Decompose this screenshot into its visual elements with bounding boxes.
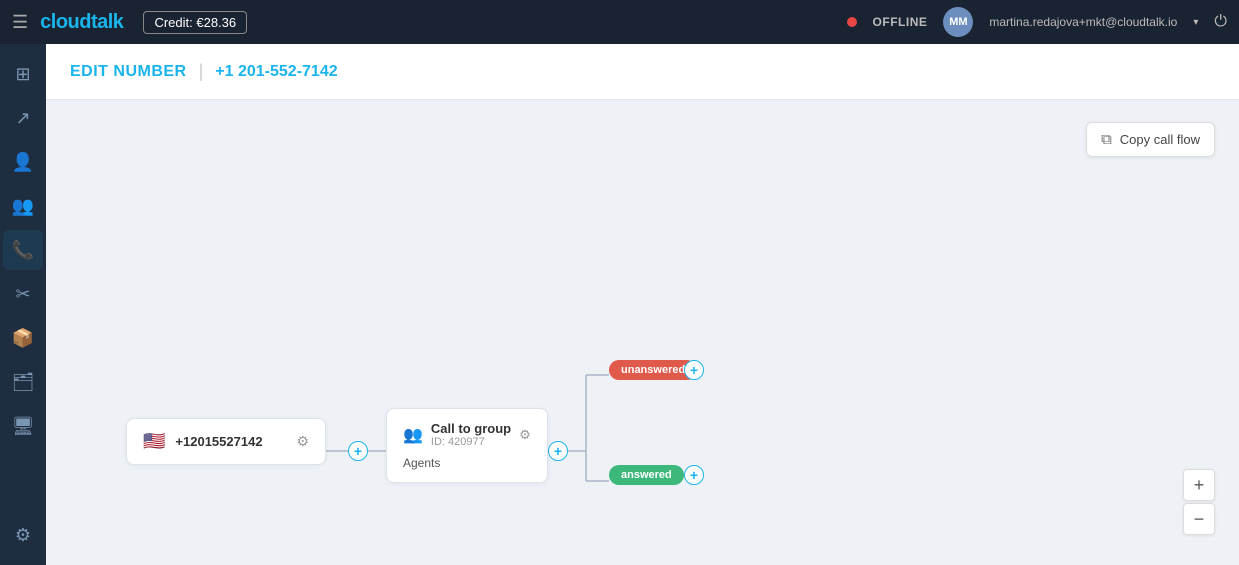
add-between-nodes-button[interactable]: + bbox=[348, 441, 368, 461]
sidebar-item-tools[interactable]: ✂ bbox=[3, 274, 43, 314]
offline-status-label: OFFLINE bbox=[873, 15, 928, 29]
call-group-settings-icon[interactable]: ⚙ bbox=[519, 427, 531, 443]
top-navigation: ☰ cloudtalk Credit: €28.36 OFFLINE MM ma… bbox=[0, 0, 1239, 44]
page-header: EDIT NUMBER | +1 201-552-7142 bbox=[46, 44, 1239, 100]
add-after-call-group-button[interactable]: + bbox=[548, 441, 568, 461]
status-dot-icon bbox=[847, 17, 857, 27]
sidebar-item-analytics[interactable]: ↗ bbox=[3, 98, 43, 138]
zoom-out-button[interactable]: − bbox=[1183, 503, 1215, 535]
phone-node-settings-icon[interactable]: ⚙ bbox=[296, 433, 309, 450]
credit-badge: Credit: €28.36 bbox=[143, 11, 247, 34]
node-phone-number: +12015527142 bbox=[175, 434, 262, 449]
app-logo: cloudtalk bbox=[40, 11, 123, 34]
call-group-title: Call to group bbox=[431, 421, 511, 436]
header-divider: | bbox=[199, 61, 204, 82]
add-answered-button[interactable]: + bbox=[684, 465, 704, 485]
power-icon[interactable]: ⏻ bbox=[1214, 13, 1227, 31]
call-group-id: ID: 420977 bbox=[431, 436, 511, 448]
zoom-in-button[interactable]: + bbox=[1183, 469, 1215, 501]
sidebar-item-settings[interactable]: ⚙ bbox=[3, 515, 43, 555]
zoom-controls: + − bbox=[1183, 469, 1215, 535]
user-email-label: martina.redajova+mkt@cloudtalk.io bbox=[989, 15, 1177, 29]
answered-badge: answered bbox=[609, 465, 684, 485]
copy-callflow-label: Copy call flow bbox=[1120, 132, 1200, 147]
sidebar-item-dashboard[interactable]: ⊞ bbox=[3, 54, 43, 94]
flag-icon: 🇺🇸 bbox=[143, 431, 165, 452]
sidebar-item-integrations[interactable]: 📦 bbox=[3, 318, 43, 358]
flow-canvas: ⧉ Copy call flow 🇺🇸 +12015527142 ⚙ + 👥 C… bbox=[46, 100, 1239, 565]
chevron-down-icon[interactable]: ▾ bbox=[1193, 17, 1198, 28]
edit-number-label: EDIT NUMBER bbox=[70, 63, 187, 81]
avatar: MM bbox=[943, 7, 973, 37]
hamburger-icon[interactable]: ☰ bbox=[12, 12, 28, 33]
phone-number-label: +1 201-552-7142 bbox=[215, 63, 337, 81]
sidebar-item-teams[interactable]: 👥 bbox=[3, 186, 43, 226]
add-unanswered-button[interactable]: + bbox=[684, 360, 704, 380]
call-group-sub-label: Agents bbox=[403, 456, 531, 470]
sidebar-item-records[interactable]: 🗂 bbox=[3, 362, 43, 402]
sidebar-item-contacts[interactable]: 👤 bbox=[3, 142, 43, 182]
call-group-node: 👥 Call to group ID: 420977 ⚙ Agents bbox=[386, 408, 548, 483]
group-node-icon: 👥 bbox=[403, 425, 423, 445]
sidebar: ⊞ ↗ 👤 👥 📞 ✂ 📦 🗂 🖥 ⚙ bbox=[0, 44, 46, 565]
sidebar-item-phone[interactable]: 📞 bbox=[3, 230, 43, 270]
connector-lines bbox=[46, 100, 1239, 565]
sidebar-item-monitor[interactable]: 🖥 bbox=[3, 406, 43, 446]
copy-callflow-button[interactable]: ⧉ Copy call flow bbox=[1086, 122, 1215, 157]
phone-number-node: 🇺🇸 +12015527142 ⚙ bbox=[126, 418, 326, 465]
copy-icon: ⧉ bbox=[1101, 131, 1112, 148]
